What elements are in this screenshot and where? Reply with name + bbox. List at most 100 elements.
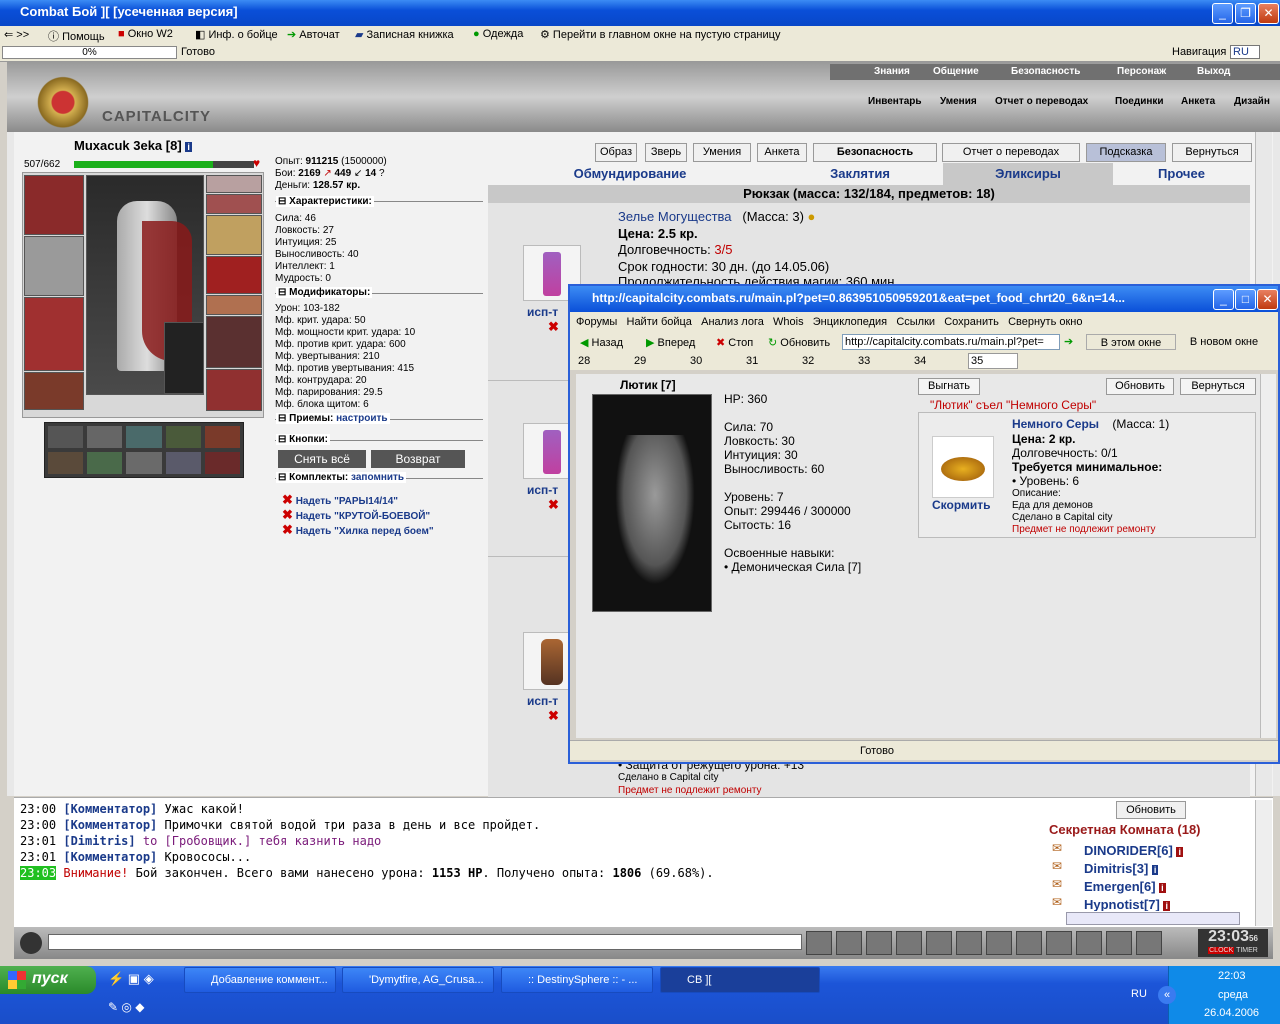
spell-slot[interactable] [165, 426, 201, 448]
whisper-icon[interactable]: ✉ [1052, 895, 1062, 909]
return-button[interactable]: Возврат [371, 450, 465, 468]
profile-button[interactable]: Анкета [757, 143, 807, 162]
pet-portrait[interactable] [164, 322, 204, 394]
use-link[interactable]: исп-т [527, 694, 558, 708]
chat-scrollbar[interactable] [1255, 800, 1272, 926]
tab-other[interactable]: Прочее [1113, 163, 1250, 185]
use-link[interactable]: исп-т [527, 483, 558, 497]
room-user[interactable]: Dimitris[3] i [1084, 861, 1159, 876]
belt-slot[interactable] [24, 372, 84, 410]
back-button[interactable]: Вернуться [1172, 143, 1252, 162]
minimize-button[interactable]: _ [1212, 3, 1233, 24]
popup-close-button[interactable]: ✕ [1257, 289, 1278, 310]
sets-save-link[interactable]: запомнить [351, 472, 404, 483]
quicklaunch-icons[interactable]: ⚡ ▣ ◈ [108, 971, 154, 987]
popup-tab[interactable]: 31 [746, 355, 758, 367]
food-name-link[interactable]: Немного Серы [1012, 417, 1099, 431]
nav-character[interactable]: Персонаж [1117, 66, 1166, 77]
tab-spells[interactable]: Заклятия [780, 163, 940, 185]
nav-exit[interactable]: Выход [1197, 66, 1230, 77]
empty-page-button[interactable]: ⚙ Перейти в главном окне на пустую стран… [540, 28, 780, 41]
spell-slot[interactable] [87, 426, 123, 448]
hint-button[interactable]: Подсказка [1086, 143, 1166, 162]
ring-slots[interactable] [206, 175, 262, 193]
subnav-skills[interactable]: Умения [940, 96, 977, 107]
image-button[interactable]: Образ [595, 143, 637, 162]
subnav-duels[interactable]: Поединки [1115, 96, 1164, 107]
set-item-3[interactable]: ✖ Надеть "Хилка перед боем" [282, 522, 434, 538]
popup-maximize-button[interactable]: □ [1235, 289, 1256, 310]
help-button[interactable]: ⓘ Помощь [48, 28, 105, 44]
spell-slot[interactable] [126, 452, 162, 474]
expel-button[interactable]: Выгнать [918, 378, 980, 395]
modifiers-header[interactable]: ⊟ Модификаторы: [276, 287, 373, 298]
task-item[interactable]: 'Dymytfire, AG_Crusa... [342, 967, 494, 993]
send-icon[interactable] [806, 931, 832, 955]
room-user[interactable]: DINORIDER[6] i [1084, 843, 1183, 858]
room-user[interactable]: Emergen[6] i [1084, 879, 1166, 894]
subnav-design[interactable]: Дизайн [1234, 96, 1270, 107]
whisper-icon[interactable]: ✉ [1052, 841, 1062, 855]
set-item-1[interactable]: ✖ Надеть "РАРЫ14/14" [282, 492, 398, 508]
subnav-profile[interactable]: Анкета [1181, 96, 1215, 107]
tab-elixirs[interactable]: Эликсиры [943, 163, 1113, 185]
popup-tab[interactable]: 29 [634, 355, 646, 367]
fight-icon[interactable] [926, 931, 952, 955]
spell-slot[interactable] [204, 426, 240, 448]
filter-icon[interactable] [866, 931, 892, 955]
popup-stop-button[interactable]: ✖ Стоп [716, 336, 753, 349]
nav-knowledge[interactable]: Знания [874, 66, 910, 77]
helmet-slot[interactable] [24, 175, 84, 235]
popup-scrollbar[interactable] [1260, 374, 1276, 738]
bag-icon[interactable] [1046, 931, 1072, 955]
fighter-info-button[interactable]: ◧ Инф. о бойце [195, 28, 278, 41]
sets-header[interactable]: ⊟ Комплекты: запомнить [276, 472, 407, 483]
popup-tab[interactable]: 32 [802, 355, 814, 367]
spell-slot[interactable] [204, 452, 240, 474]
popup-tab[interactable]: 30 [690, 355, 702, 367]
popup-refresh-button[interactable]: ↻ Обновить [768, 336, 830, 349]
quicklaunch-icons-2[interactable]: ✎ ◎ ◆ [108, 1000, 144, 1014]
spell-slot[interactable] [48, 426, 84, 448]
window-w2-button[interactable]: ■ Окно W2 [118, 28, 173, 40]
menu-forums[interactable]: Форумы [576, 316, 617, 328]
popup-back-content-button[interactable]: Вернуться [1180, 378, 1256, 395]
security-button[interactable]: Безопасность [813, 143, 937, 162]
close-button[interactable]: ✕ [1258, 3, 1279, 24]
weapon-slot[interactable] [24, 236, 84, 296]
remove-all-button[interactable]: Снять всё [278, 450, 366, 468]
popup-tab[interactable]: 28 [578, 355, 590, 367]
spell-slot[interactable] [87, 452, 123, 474]
necklace-slot[interactable] [206, 194, 262, 214]
scroll-slots[interactable] [206, 295, 262, 315]
restore-button[interactable]: ❐ [1235, 3, 1256, 24]
popup-this-window-button[interactable]: В этом окне [1086, 334, 1176, 350]
popup-new-window-button[interactable]: В новом окне [1180, 334, 1268, 350]
subnav-inventory[interactable]: Инвентарь [868, 96, 922, 107]
techniques-header[interactable]: ⊟ Приемы: настроить [276, 413, 390, 424]
spell-slot[interactable] [165, 452, 201, 474]
bracers-slot[interactable] [206, 215, 262, 255]
tab-equipment[interactable]: Обмундирование [555, 163, 705, 185]
menu-log-analysis[interactable]: Анализ лога [701, 316, 764, 328]
drop-icon[interactable]: ✖ [548, 708, 559, 724]
ratio-icon[interactable] [956, 931, 982, 955]
buttons-header[interactable]: ⊟ Кнопки: [276, 434, 330, 445]
task-item[interactable]: Добавление коммент... [184, 967, 336, 993]
autochat-button[interactable]: ➔ Авточат [287, 28, 340, 41]
boots-slot[interactable] [206, 369, 262, 411]
popup-tab[interactable]: 33 [858, 355, 870, 367]
chat-input[interactable] [48, 934, 802, 950]
menu-save[interactable]: Сохранить [944, 316, 999, 328]
exit-icon[interactable] [1136, 931, 1162, 955]
popup-tab-active[interactable]: 35 [968, 353, 1018, 369]
armor-slot[interactable] [24, 297, 84, 371]
save-icon[interactable] [896, 931, 922, 955]
popup-url-field[interactable]: http://capitalcity.combats.ru/main.pl?pe… [842, 334, 1060, 350]
room-user[interactable]: Hypnotist[7] i [1084, 897, 1170, 911]
menu-find-fighter[interactable]: Найти бойца [627, 316, 692, 328]
beast-button[interactable]: Зверь [645, 143, 687, 162]
set-item-2[interactable]: ✖ Надеть "КРУТОЙ-БОЕВОЙ" [282, 507, 430, 523]
skills-button[interactable]: Умения [693, 143, 751, 162]
drop-icon[interactable]: ✖ [548, 319, 559, 335]
